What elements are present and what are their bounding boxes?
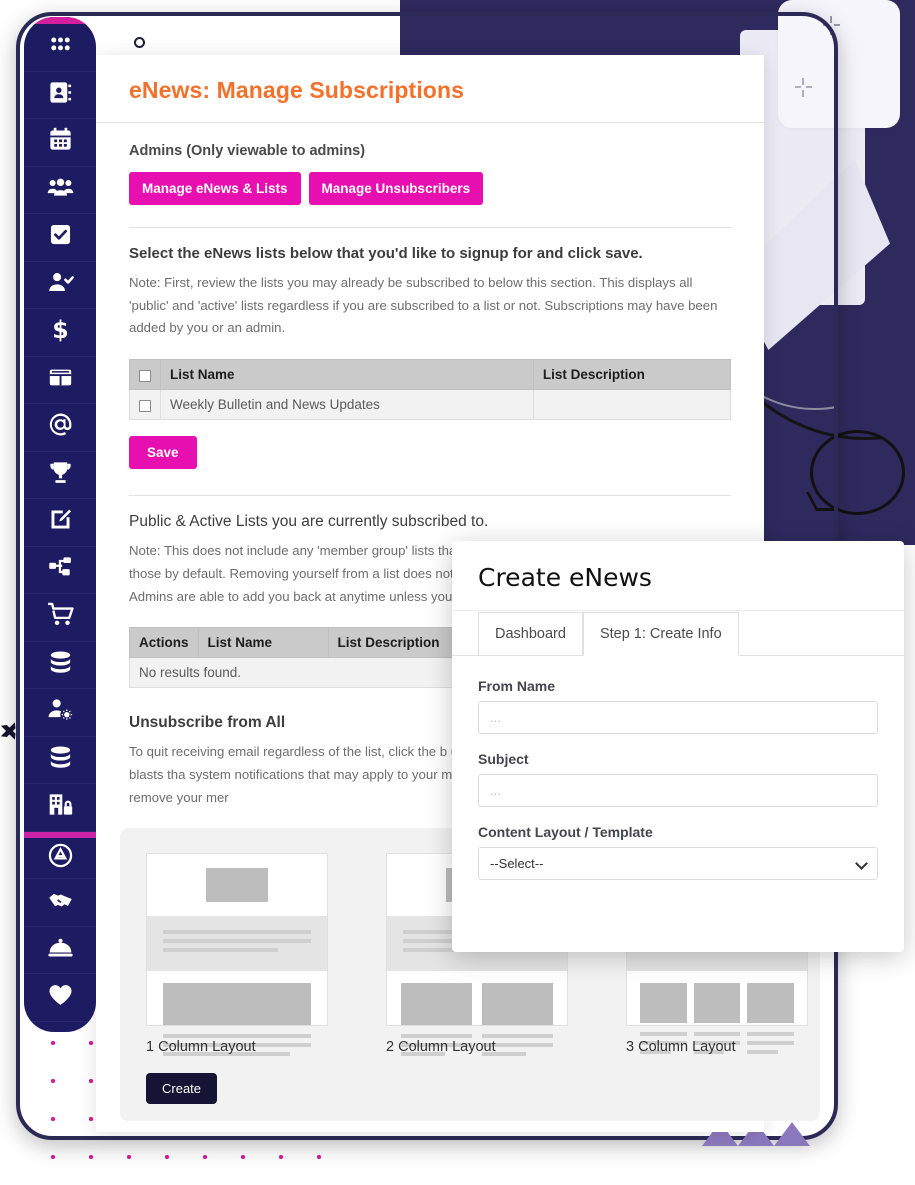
col-list-description: List Description [532, 359, 732, 391]
cell-list-description [532, 389, 732, 421]
create-enews-modal: Create eNews Dashboard Step 1: Create In… [452, 541, 904, 952]
database-icon [47, 744, 74, 776]
manage-enews-lists-button[interactable]: Manage eNews & Lists [129, 172, 301, 205]
building-lock-icon [47, 791, 74, 823]
admin-button-row: Manage eNews & Lists Manage Unsubscriber… [129, 172, 731, 205]
database-icon [47, 649, 74, 681]
cell-list-name: Weekly Bulletin and News Updates [160, 389, 534, 421]
col-list-name: List Name [160, 359, 534, 391]
modal-header: Create eNews [452, 541, 904, 611]
sidebar-item-partners[interactable] [24, 879, 96, 927]
select-all-checkbox[interactable] [139, 369, 151, 382]
modal-title: Create eNews [478, 563, 652, 592]
sidebar-item-admin-security[interactable] [24, 784, 96, 832]
template-caption: 1 Column Layout [146, 1039, 256, 1055]
share-nodes-icon [47, 554, 74, 586]
sidebar: $ [24, 17, 96, 1032]
sidebar-item-members[interactable] [24, 167, 96, 214]
decor-x-icon [0, 722, 18, 740]
content-layout-label: Content Layout / Template [478, 824, 653, 840]
subject-input[interactable] [478, 774, 878, 807]
row-checkbox[interactable] [139, 399, 151, 412]
divider [129, 227, 731, 228]
modal-body: From Name Subject Content Layout / Templ… [452, 656, 904, 880]
app-circle-icon [47, 842, 74, 874]
sidebar-item-user-settings[interactable] [24, 689, 96, 737]
subscribe-lists-table: List Name List Description Weekly Bullet… [129, 359, 732, 421]
sidebar-item-tables[interactable] [24, 357, 96, 404]
modal-tabs: Dashboard Step 1: Create Info [452, 611, 904, 656]
sidebar-item-favorites[interactable] [24, 974, 96, 1022]
tab-step1-create-info[interactable]: Step 1: Create Info [582, 612, 739, 656]
sidebar-item-apps[interactable] [24, 831, 96, 879]
tab-dashboard[interactable]: Dashboard [478, 612, 583, 656]
address-book-icon [47, 79, 74, 111]
content-layout-select[interactable]: --Select-- [478, 847, 878, 880]
sidebar-item-dashboard[interactable] [24, 24, 96, 72]
user-gear-icon [47, 696, 74, 728]
edit-square-icon [47, 506, 74, 538]
create-button[interactable]: Create [146, 1073, 218, 1104]
dollar-sign-icon: $ [47, 316, 74, 348]
heart-icon [47, 981, 74, 1013]
shopping-cart-icon [47, 601, 74, 633]
sidebar-item-forms[interactable] [24, 499, 96, 547]
section2-heading: Public & Active Lists you are currently … [129, 513, 489, 531]
checkbox-check-icon [47, 221, 74, 253]
sidebar-item-integrations[interactable] [24, 547, 96, 594]
trophy-icon [47, 459, 74, 491]
from-name-input[interactable] [478, 701, 878, 734]
section1-note: Note: First, review the lists you may al… [129, 275, 718, 336]
save-button[interactable]: Save [129, 436, 197, 470]
col-list-name: List Name [197, 627, 329, 659]
subject-label: Subject [478, 751, 529, 767]
service-bell-icon [47, 934, 74, 966]
sidebar-item-attendance[interactable] [24, 262, 96, 309]
table-grid-icon [47, 364, 74, 396]
sidebar-item-tasks[interactable] [24, 214, 96, 262]
divider [129, 495, 731, 497]
from-name-label: From Name [478, 678, 556, 694]
user-check-icon [47, 269, 74, 301]
admins-label: Admins (Only viewable to admins) [129, 143, 366, 159]
calendar-icon [47, 126, 74, 158]
at-sign-icon [47, 411, 74, 443]
sidebar-item-support[interactable] [24, 927, 96, 974]
card-header: eNews: Manage Subscriptions [96, 55, 764, 123]
sidebar-item-calendar[interactable] [24, 119, 96, 167]
col-actions: Actions [129, 627, 199, 659]
handshake-icon [47, 886, 74, 918]
template-option-1-column[interactable]: 1 Column Layout [146, 853, 328, 1056]
select-all-header[interactable] [129, 359, 161, 391]
svg-text:$: $ [52, 316, 68, 343]
decor-circle-icon [134, 37, 145, 48]
screen-root: $ eNews: Manage Subscriptions Admins (On… [0, 0, 915, 1185]
sidebar-item-contacts[interactable] [24, 72, 96, 119]
template-preview [146, 853, 328, 1056]
sidebar-item-store[interactable] [24, 594, 96, 642]
section1-heading: Select the eNews lists below that you'd … [129, 245, 643, 262]
sidebar-item-awards[interactable] [24, 452, 96, 499]
table-row: Weekly Bulletin and News Updates [129, 389, 732, 421]
sidebar-item-finance[interactable]: $ [24, 309, 96, 357]
page-title: eNews: Manage Subscriptions [129, 77, 464, 103]
row-select-cell[interactable] [129, 389, 161, 421]
manage-unsubscribers-button[interactable]: Manage Unsubscribers [308, 172, 484, 205]
sidebar-item-records[interactable] [24, 737, 96, 784]
sidebar-item-data[interactable] [24, 642, 96, 689]
grid-apps-icon [47, 31, 74, 63]
sidebar-item-enews[interactable] [24, 404, 96, 452]
table-header-row: List Name List Description [129, 359, 732, 391]
people-group-icon [47, 174, 74, 206]
